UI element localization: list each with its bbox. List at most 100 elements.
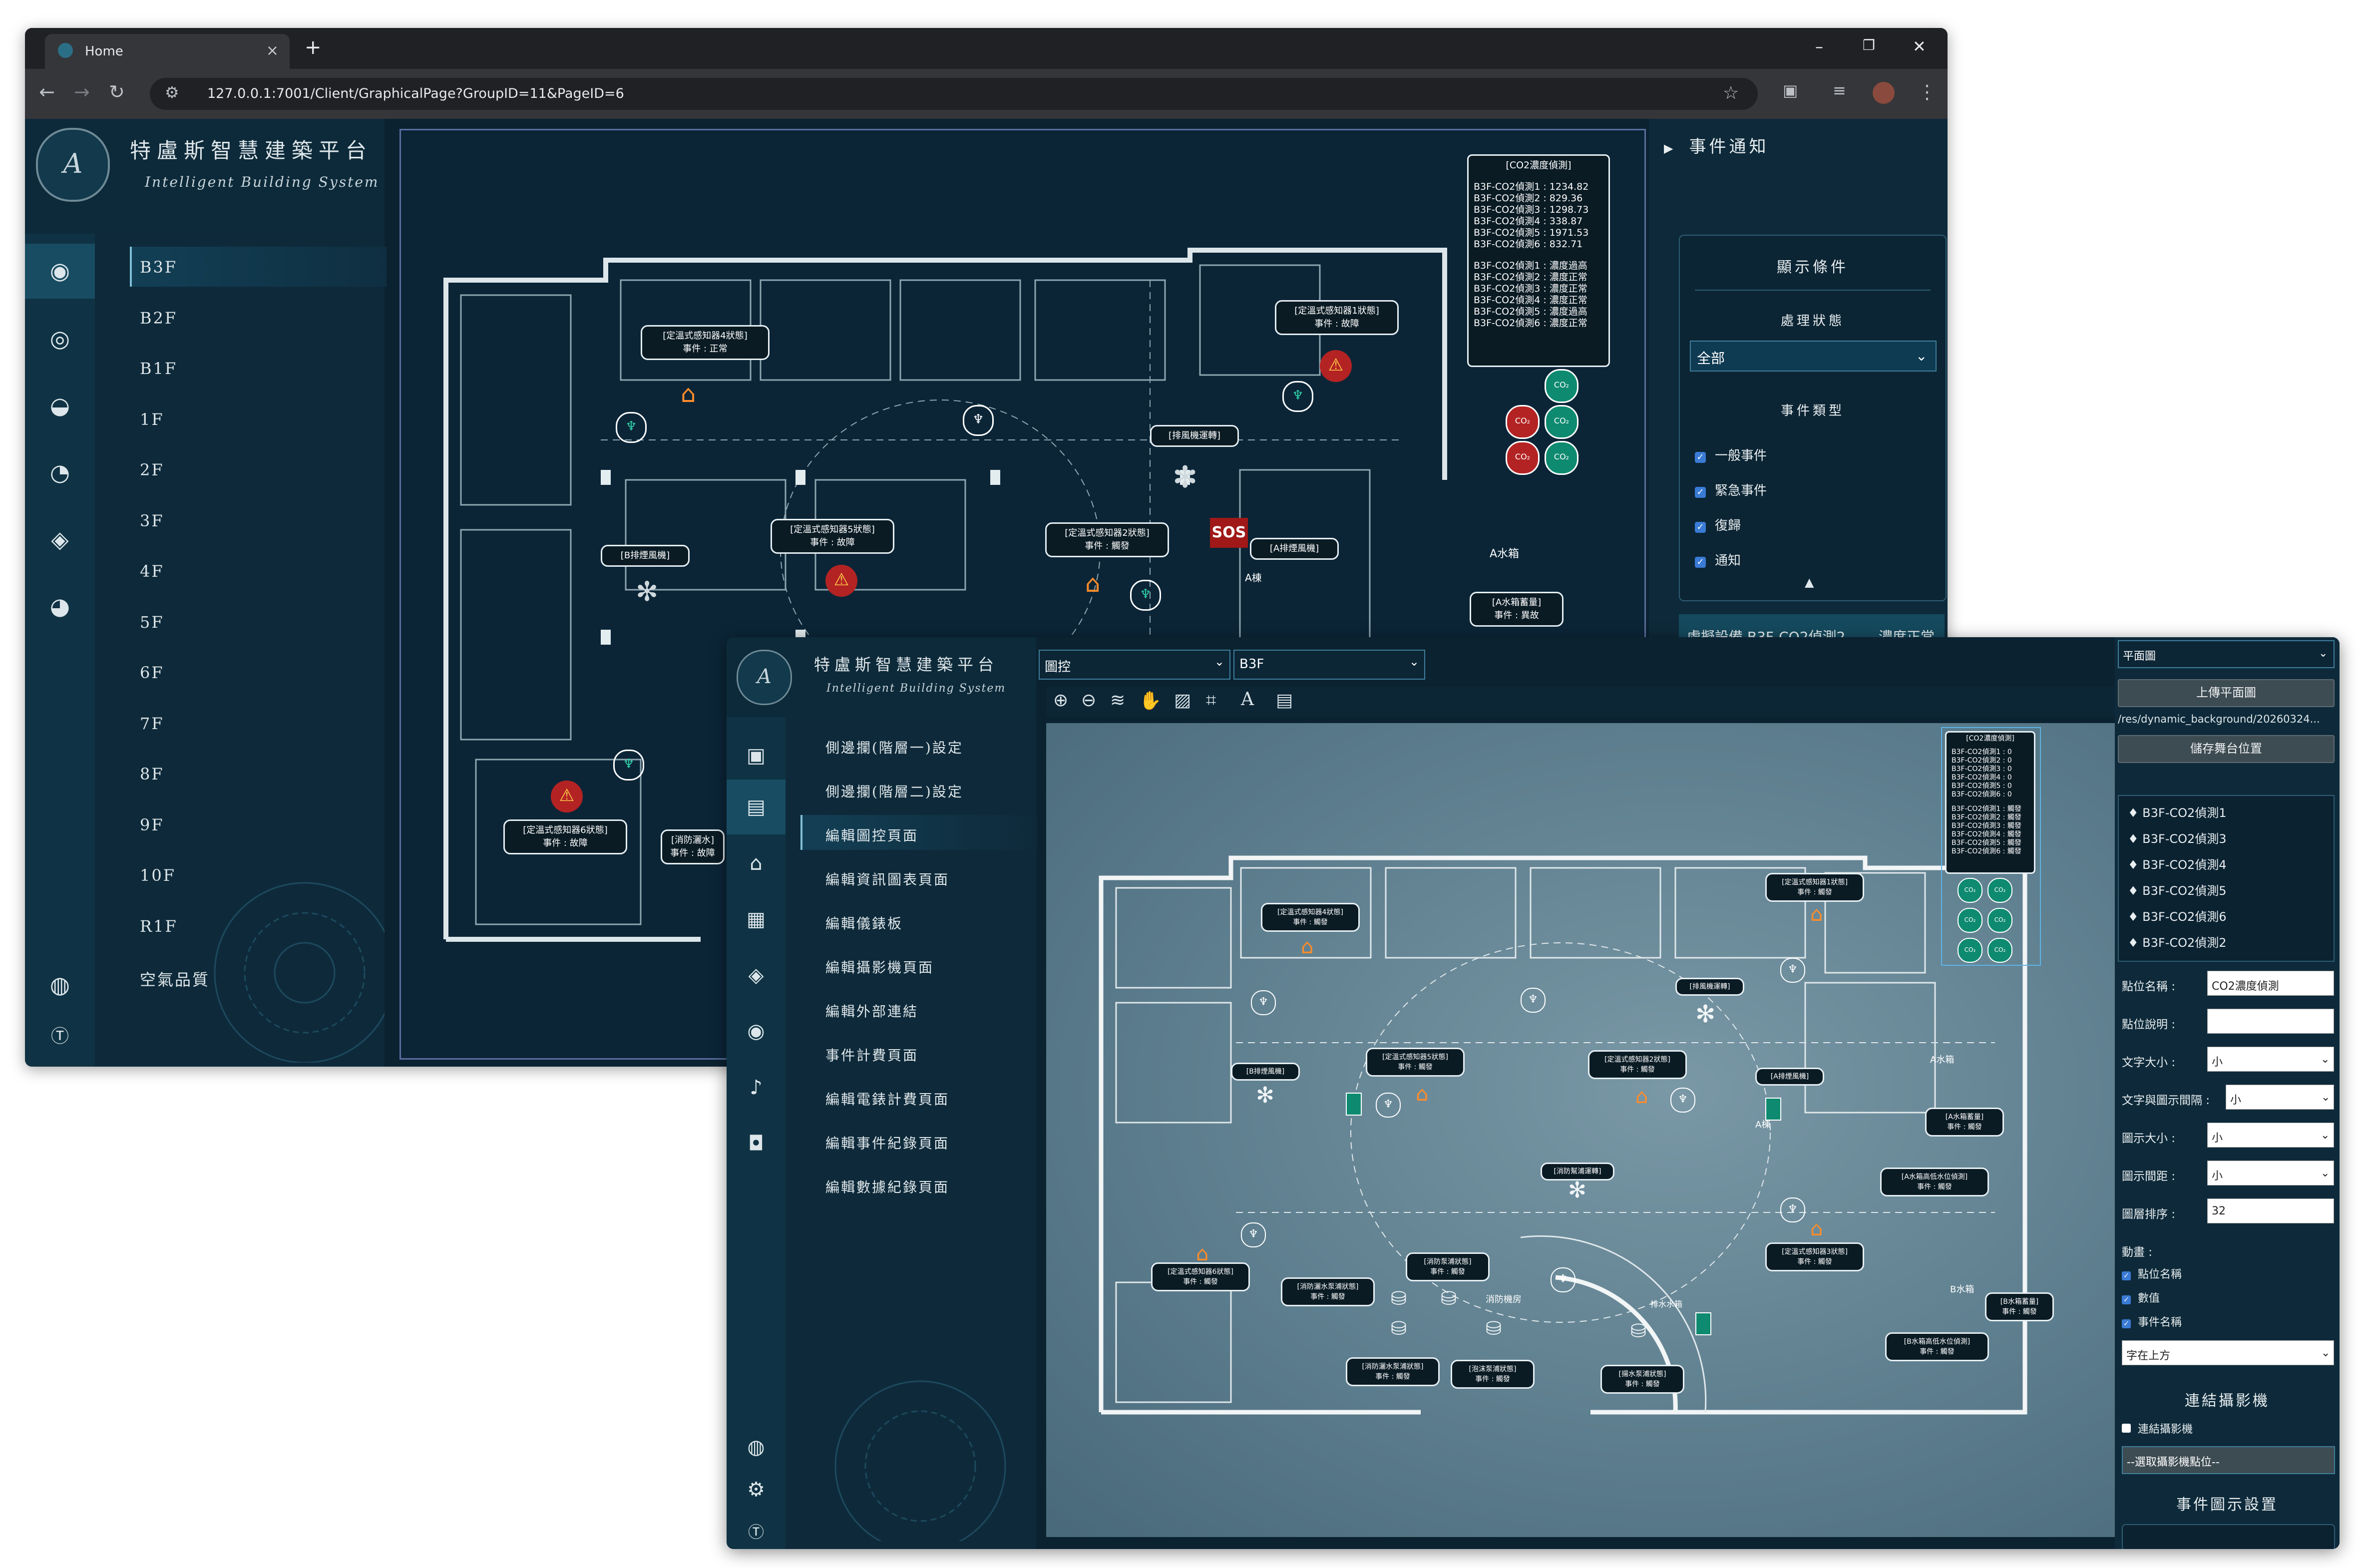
icon-size-select[interactable]: 小 ⌄: [2207, 1123, 2334, 1148]
calendar-icon[interactable]: ▦: [738, 901, 775, 938]
event-type-checkbox[interactable]: ✓ 一般事件: [1695, 445, 1767, 464]
text-icon-spacing-select[interactable]: 小 ⌄: [2226, 1085, 2334, 1110]
tab-close-icon[interactable]: ×: [266, 42, 279, 59]
point-item[interactable]: ♦ B3F-CO2偵測1: [2128, 803, 2227, 820]
co2-sensor-icon[interactable]: CO₂: [1987, 908, 2012, 933]
event-type-checkbox[interactable]: ✓ 復歸: [1695, 515, 1741, 534]
point-name-input[interactable]: CO2濃度偵測: [2207, 971, 2334, 996]
device-label[interactable]: [A水箱蓄量] 事件 : 異故: [1470, 592, 1564, 627]
camera-point-select[interactable]: --選取攝影機點位--: [2122, 1446, 2335, 1474]
view-icon[interactable]: ◈: [42, 521, 78, 557]
menu-item[interactable]: 側邊攔(階層一)設定: [825, 737, 963, 757]
text-tool-icon[interactable]: A: [1241, 689, 1254, 710]
device-label[interactable]: [定溫式感知器6狀態] 事件 : 觸發: [1151, 1262, 1250, 1291]
device-label[interactable]: [定溫式感知器3狀態] 事件 : 觸發: [1765, 1242, 1864, 1271]
camera-icon[interactable]: ◒: [42, 388, 78, 423]
device-label[interactable]: [排風機運轉]: [1675, 978, 1744, 996]
address-bar[interactable]: ⚙ 127.0.0.1:7001/Client/GraphicalPage?Gr…: [150, 78, 1758, 110]
heat-sensor-icon[interactable]: ♆: [1251, 990, 1276, 1015]
device-label[interactable]: [消防泵浦狀態] 事件 : 觸發: [1406, 1252, 1490, 1281]
fan-icon[interactable]: ✻: [1173, 460, 1197, 495]
device-label[interactable]: [B排煙風機]: [1231, 1063, 1300, 1081]
user-badge-icon[interactable]: ◘: [738, 1125, 775, 1162]
device-label[interactable]: [消防灑水泵浦狀態] 事件 : 觸發: [1281, 1277, 1375, 1306]
heat-sensor-icon[interactable]: ♆: [613, 750, 644, 781]
heat-sensor-icon[interactable]: ♆: [1670, 1088, 1695, 1113]
co2-sensor-icon[interactable]: CO₂: [1987, 878, 2012, 903]
settings-swirl-icon[interactable]: ◍: [738, 1429, 775, 1466]
device-label[interactable]: [定溫式感知器1狀態] 事件 : 觸發: [1765, 873, 1864, 902]
floor-item[interactable]: B1F: [140, 359, 177, 378]
pan-hand-icon[interactable]: ✋: [1139, 690, 1162, 711]
building-map-icon[interactable]: ◉: [42, 253, 78, 289]
co2-sensor-icon[interactable]: CO₂: [1987, 938, 2012, 963]
reload-icon[interactable]: ↻: [109, 81, 125, 103]
menu-item[interactable]: 編輯資訊圖表頁面: [825, 869, 949, 889]
graphic-editor-icon[interactable]: ▤: [738, 788, 775, 825]
floor-item[interactable]: 1F: [140, 410, 164, 429]
device-label[interactable]: [定溫式感知器5狀態] 事件 : 觸發: [1366, 1048, 1465, 1077]
heat-sensor-icon[interactable]: ♆: [1282, 381, 1313, 412]
menu-item[interactable]: 編輯數據紀錄頁面: [825, 1176, 949, 1196]
floor-item[interactable]: 5F: [140, 613, 164, 632]
device-label[interactable]: [定溫式感知器2狀態] 事件 : 觸發: [1588, 1050, 1687, 1079]
point-item[interactable]: ♦ B3F-CO2偵測6: [2128, 907, 2227, 924]
animation-checkbox[interactable]: ✓ 事件名稱: [2122, 1313, 2182, 1329]
pie-chart-icon[interactable]: ◔: [42, 454, 78, 490]
device-label[interactable]: [定溫式感知器6狀態] 事件 : 故障: [503, 819, 627, 854]
minimize-icon[interactable]: –: [1815, 37, 1823, 56]
cube-icon[interactable]: ◈: [738, 957, 775, 994]
device-label[interactable]: [A水箱高低水位偵測] 事件 : 觸發: [1880, 1168, 1989, 1196]
sos-icon[interactable]: SOS: [1210, 518, 1248, 548]
browser-menu-icon[interactable]: ⋮: [1918, 81, 1937, 103]
device-label[interactable]: [揚水泵浦狀態] 事件 : 觸發: [1600, 1365, 1684, 1394]
floor-item[interactable]: 8F: [140, 765, 164, 784]
heat-sensor-icon[interactable]: ♆: [1521, 988, 1546, 1013]
device-label[interactable]: [定溫式感知器1狀態] 事件 : 故障: [1275, 300, 1399, 335]
save-stage-position-button[interactable]: 儲存舞台位置: [2118, 735, 2335, 763]
icon-spacing-select[interactable]: 小 ⌄: [2207, 1161, 2334, 1185]
floor-item[interactable]: R1F: [140, 917, 178, 936]
device-label[interactable]: [A排煙風機]: [1755, 1068, 1824, 1086]
pump-icon[interactable]: ⛁: [1391, 1287, 1407, 1309]
floor-item[interactable]: 7F: [140, 714, 164, 733]
alarm-triangle-icon[interactable]: ⚠: [1320, 350, 1352, 382]
floor-item[interactable]: B2F: [140, 309, 177, 328]
heat-sensor-icon[interactable]: ♆: [1551, 1267, 1576, 1292]
close-window-icon[interactable]: ✕: [1913, 37, 1926, 56]
dashboard-icon[interactable]: ◕: [42, 588, 78, 624]
browser-tab-home[interactable]: Home ×: [45, 34, 290, 69]
new-tab-icon[interactable]: +: [305, 36, 322, 59]
point-item[interactable]: ♦ B3F-CO2偵測4: [2128, 855, 2227, 872]
back-icon[interactable]: ←: [39, 81, 55, 103]
heat-sensor-icon[interactable]: ♆: [1241, 1222, 1266, 1247]
co2-sensor-icon[interactable]: CO₂: [1545, 405, 1578, 439]
menu-item[interactable]: 編輯事件紀錄頁面: [825, 1133, 949, 1153]
co2-sensor-panel[interactable]: [CO2濃度偵測] B3F-CO2偵測1 : 1234.82 B3F-CO2偵測…: [1467, 154, 1610, 367]
event-type-checkbox[interactable]: ✓ 緊急事件: [1695, 480, 1767, 499]
media-icon[interactable]: ≡: [1833, 81, 1846, 100]
point-item[interactable]: ♦ B3F-CO2偵測3: [2128, 829, 2227, 846]
bookmark-star-icon[interactable]: ☆: [1723, 83, 1739, 103]
fan-icon[interactable]: ✻: [1256, 1083, 1274, 1108]
theme-t-icon[interactable]: Ⓣ: [738, 1514, 775, 1549]
crop-icon[interactable]: ⌗: [1206, 690, 1216, 711]
text-position-select[interactable]: 字在上方 ⌄: [2122, 1340, 2334, 1365]
floor-item[interactable]: 6F: [140, 663, 164, 682]
door-icon[interactable]: [1765, 1098, 1781, 1121]
extensions-icon[interactable]: ▣: [1783, 81, 1798, 100]
menu-item[interactable]: 側邊攔(階層二)設定: [825, 781, 963, 801]
restore-icon[interactable]: ❐: [1863, 37, 1875, 53]
home-icon[interactable]: ⌂: [738, 845, 775, 882]
device-label[interactable]: [定溫式感知器5狀態] 事件 : 故障: [771, 519, 894, 554]
page-icon[interactable]: ▣: [738, 737, 775, 774]
floor-select[interactable]: B3F ⌄: [1233, 650, 1425, 680]
pump-icon[interactable]: ⛁: [1391, 1317, 1407, 1339]
forward-icon[interactable]: →: [74, 81, 90, 103]
co2-sensor-icon[interactable]: CO₂: [1958, 938, 1982, 963]
co2-sensor-icon[interactable]: CO₂: [1958, 908, 1982, 933]
co2-sensor-icon[interactable]: CO₂: [1506, 441, 1540, 475]
device-label[interactable]: [B水箱蓄量] 事件 : 觸發: [1985, 1292, 2054, 1321]
device-label[interactable]: [B排煙風機]: [601, 545, 690, 567]
animation-checkbox[interactable]: ✓ 數值: [2122, 1289, 2160, 1305]
